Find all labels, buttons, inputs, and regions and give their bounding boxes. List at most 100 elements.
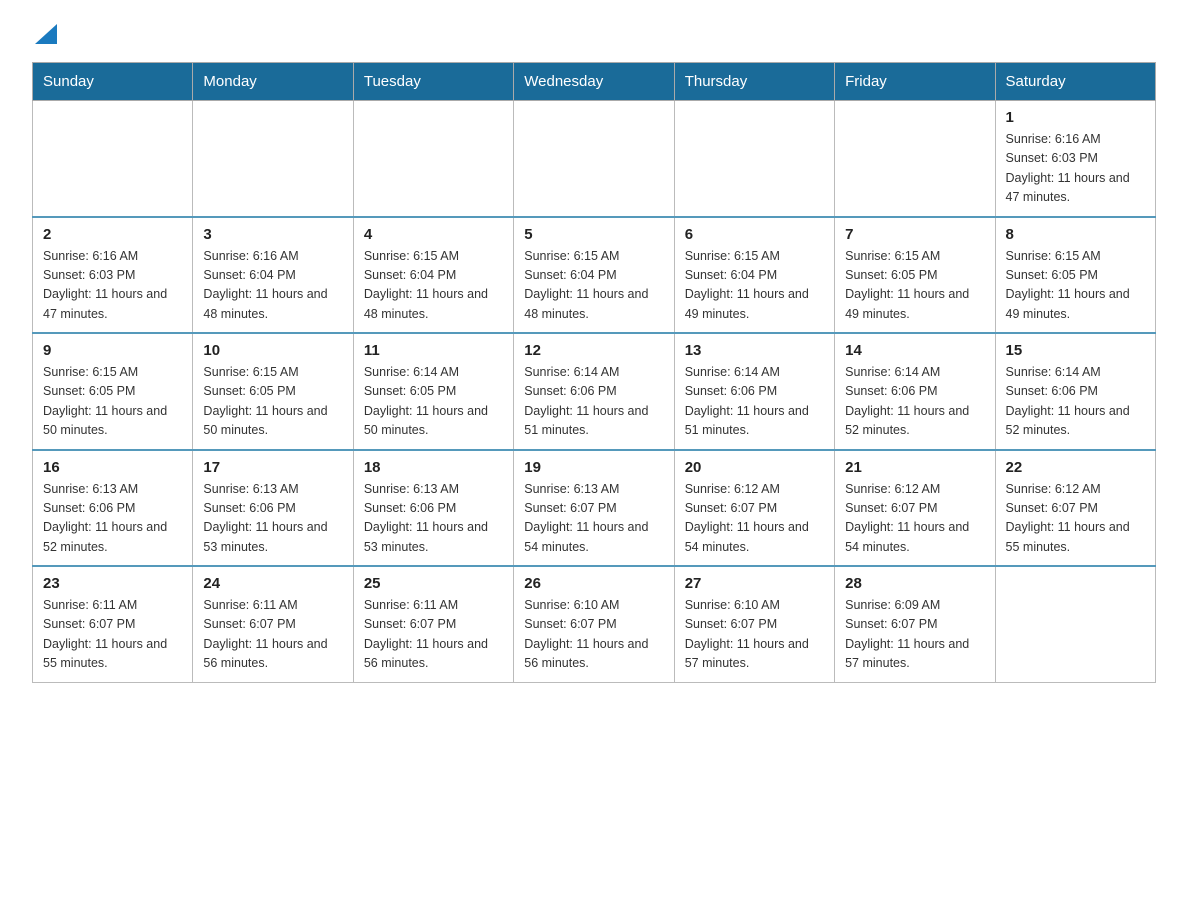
day-info: Sunrise: 6:14 AMSunset: 6:06 PMDaylight:… [1006,363,1145,441]
calendar-cell [674,101,834,217]
calendar-cell [193,101,353,217]
day-info: Sunrise: 6:14 AMSunset: 6:06 PMDaylight:… [685,363,824,441]
calendar-cell: 1Sunrise: 6:16 AMSunset: 6:03 PMDaylight… [995,101,1155,217]
calendar-table: SundayMondayTuesdayWednesdayThursdayFrid… [32,62,1156,683]
calendar-header-tuesday: Tuesday [353,63,513,101]
day-number: 22 [1006,459,1145,476]
day-number: 25 [364,575,503,592]
day-number: 7 [845,226,984,243]
calendar-cell: 10Sunrise: 6:15 AMSunset: 6:05 PMDayligh… [193,333,353,450]
day-info: Sunrise: 6:12 AMSunset: 6:07 PMDaylight:… [1006,480,1145,558]
day-info: Sunrise: 6:11 AMSunset: 6:07 PMDaylight:… [203,596,342,674]
day-info: Sunrise: 6:15 AMSunset: 6:04 PMDaylight:… [685,247,824,325]
day-info: Sunrise: 6:09 AMSunset: 6:07 PMDaylight:… [845,596,984,674]
calendar-cell: 21 Sunrise: 6:12 AMSunset: 6:07 PMDayligh… [835,450,995,567]
day-number: 13 [685,342,824,359]
day-info: Sunrise: 6:10 AMSunset: 6:07 PMDaylight:… [685,596,824,674]
calendar-cell: 17 Sunrise: 6:13 AMSunset: 6:06 PMDayligh… [193,450,353,567]
calendar-cell: 7 Sunrise: 6:15 AMSunset: 6:05 PMDaylight… [835,217,995,334]
day-number: 5 [524,226,663,243]
day-number: 26 [524,575,663,592]
day-number: 4 [364,226,503,243]
day-info: Sunrise: 6:14 AMSunset: 6:06 PMDaylight:… [524,363,663,441]
calendar-cell: 4 Sunrise: 6:15 AMSunset: 6:04 PMDaylight… [353,217,513,334]
calendar-cell: 15 Sunrise: 6:14 AMSunset: 6:06 PMDayligh… [995,333,1155,450]
day-info: Sunrise: 6:14 AMSunset: 6:06 PMDaylight:… [845,363,984,441]
day-number: 21 [845,459,984,476]
day-number: 14 [845,342,984,359]
logo [32,24,57,42]
calendar-cell: 23 Sunrise: 6:11 AMSunset: 6:07 PMDayligh… [33,566,193,682]
day-info: Sunrise: 6:13 AMSunset: 6:06 PMDaylight:… [364,480,503,558]
day-number: 18 [364,459,503,476]
day-number: 27 [685,575,824,592]
calendar-header-friday: Friday [835,63,995,101]
day-info: Sunrise: 6:15 AMSunset: 6:05 PMDaylight:… [845,247,984,325]
calendar-header-saturday: Saturday [995,63,1155,101]
calendar-week-row: 9 Sunrise: 6:15 AMSunset: 6:05 PMDaylight… [33,333,1156,450]
day-info: Sunrise: 6:11 AMSunset: 6:07 PMDaylight:… [43,596,182,674]
calendar-cell [995,566,1155,682]
day-number: 28 [845,575,984,592]
day-info: Sunrise: 6:10 AMSunset: 6:07 PMDaylight:… [524,596,663,674]
day-number: 9 [43,342,182,359]
day-number: 12 [524,342,663,359]
day-number: 11 [364,342,503,359]
day-number: 23 [43,575,182,592]
day-info: Sunrise: 6:13 AMSunset: 6:06 PMDaylight:… [43,480,182,558]
day-info: Sunrise: 6:14 AMSunset: 6:05 PMDaylight:… [364,363,503,441]
calendar-cell: 3 Sunrise: 6:16 AMSunset: 6:04 PMDaylight… [193,217,353,334]
calendar-header-monday: Monday [193,63,353,101]
calendar-cell: 5 Sunrise: 6:15 AMSunset: 6:04 PMDaylight… [514,217,674,334]
calendar-header-row: SundayMondayTuesdayWednesdayThursdayFrid… [33,63,1156,101]
calendar-header-wednesday: Wednesday [514,63,674,101]
calendar-cell: 2 Sunrise: 6:16 AMSunset: 6:03 PMDaylight… [33,217,193,334]
calendar-week-row: 2 Sunrise: 6:16 AMSunset: 6:03 PMDaylight… [33,217,1156,334]
day-info: Sunrise: 6:15 AMSunset: 6:04 PMDaylight:… [524,247,663,325]
calendar-cell: 24Sunrise: 6:11 AMSunset: 6:07 PMDayligh… [193,566,353,682]
calendar-cell: 6 Sunrise: 6:15 AMSunset: 6:04 PMDaylight… [674,217,834,334]
day-info: Sunrise: 6:12 AMSunset: 6:07 PMDaylight:… [845,480,984,558]
day-number: 10 [203,342,342,359]
day-info: Sunrise: 6:13 AMSunset: 6:06 PMDaylight:… [203,480,342,558]
day-number: 2 [43,226,182,243]
calendar-header-sunday: Sunday [33,63,193,101]
calendar-cell: 8 Sunrise: 6:15 AMSunset: 6:05 PMDaylight… [995,217,1155,334]
calendar-cell: 18 Sunrise: 6:13 AMSunset: 6:06 PMDayligh… [353,450,513,567]
calendar-cell: 12 Sunrise: 6:14 AMSunset: 6:06 PMDayligh… [514,333,674,450]
calendar-cell [353,101,513,217]
calendar-cell [33,101,193,217]
calendar-header-thursday: Thursday [674,63,834,101]
day-info: Sunrise: 6:16 AMSunset: 6:04 PMDaylight:… [203,247,342,325]
day-info: Sunrise: 6:15 AMSunset: 6:05 PMDaylight:… [43,363,182,441]
calendar-cell: 28 Sunrise: 6:09 AMSunset: 6:07 PMDayligh… [835,566,995,682]
day-number: 16 [43,459,182,476]
day-number: 1 [1006,109,1145,126]
day-info: Sunrise: 6:13 AMSunset: 6:07 PMDaylight:… [524,480,663,558]
calendar-cell: 26 Sunrise: 6:10 AMSunset: 6:07 PMDayligh… [514,566,674,682]
calendar-week-row: 1Sunrise: 6:16 AMSunset: 6:03 PMDaylight… [33,101,1156,217]
day-info: Sunrise: 6:15 AMSunset: 6:05 PMDaylight:… [1006,247,1145,325]
calendar-cell: 14 Sunrise: 6:14 AMSunset: 6:06 PMDayligh… [835,333,995,450]
day-number: 8 [1006,226,1145,243]
calendar-cell: 25 Sunrise: 6:11 AMSunset: 6:07 PMDayligh… [353,566,513,682]
day-info: Sunrise: 6:16 AMSunset: 6:03 PMDaylight:… [43,247,182,325]
calendar-cell [514,101,674,217]
logo-triangle-icon [35,24,57,44]
calendar-cell: 16 Sunrise: 6:13 AMSunset: 6:06 PMDayligh… [33,450,193,567]
day-number: 15 [1006,342,1145,359]
day-number: 17 [203,459,342,476]
page-header [32,24,1156,42]
day-info: Sunrise: 6:15 AMSunset: 6:04 PMDaylight:… [364,247,503,325]
calendar-week-row: 16 Sunrise: 6:13 AMSunset: 6:06 PMDayligh… [33,450,1156,567]
calendar-cell: 20 Sunrise: 6:12 AMSunset: 6:07 PMDayligh… [674,450,834,567]
calendar-cell: 22 Sunrise: 6:12 AMSunset: 6:07 PMDayligh… [995,450,1155,567]
day-number: 20 [685,459,824,476]
calendar-cell: 27 Sunrise: 6:10 AMSunset: 6:07 PMDayligh… [674,566,834,682]
day-info: Sunrise: 6:11 AMSunset: 6:07 PMDaylight:… [364,596,503,674]
day-number: 6 [685,226,824,243]
day-number: 3 [203,226,342,243]
calendar-cell: 11 Sunrise: 6:14 AMSunset: 6:05 PMDayligh… [353,333,513,450]
calendar-cell: 9 Sunrise: 6:15 AMSunset: 6:05 PMDaylight… [33,333,193,450]
day-info: Sunrise: 6:12 AMSunset: 6:07 PMDaylight:… [685,480,824,558]
